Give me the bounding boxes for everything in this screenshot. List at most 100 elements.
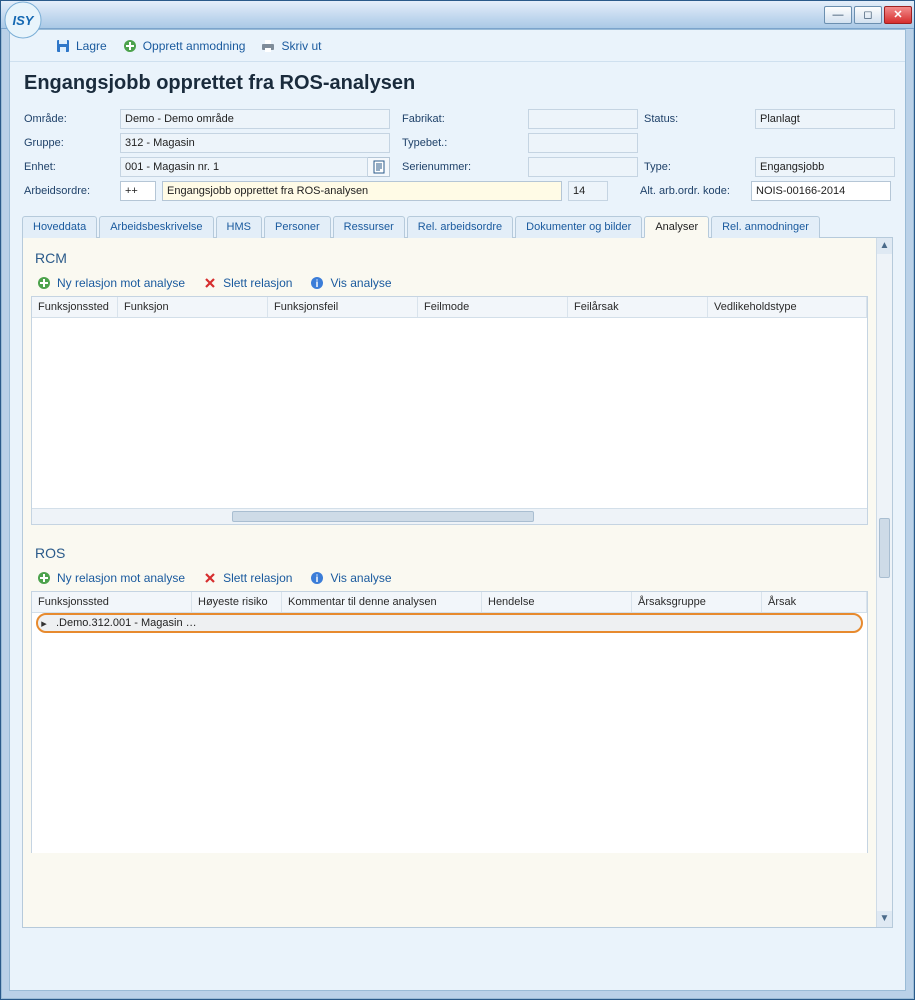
enhet-field[interactable]: 001 - Magasin nr. 1 xyxy=(120,157,368,177)
form-area: Område: Demo - Demo område Fabrikat: Sta… xyxy=(10,109,905,201)
rcm-show-analysis-button[interactable]: i Vis analyse xyxy=(310,276,391,290)
document-icon xyxy=(373,160,385,174)
close-button[interactable]: ✕ xyxy=(884,6,912,24)
plus-icon xyxy=(37,276,51,290)
ros-cell-funksjonssted: .Demo.312.001 - Magasin … xyxy=(50,617,198,629)
create-request-button[interactable]: Opprett anmodning xyxy=(123,39,246,53)
ros-col-funksjonssted[interactable]: Funksjonssted xyxy=(32,592,192,612)
ros-col-kommentar[interactable]: Kommentar til denne analysen xyxy=(282,592,482,612)
ros-show-analysis-label: Vis analyse xyxy=(330,571,391,585)
titlebar[interactable]: ISY — ◻ ✕ xyxy=(1,1,914,29)
print-button[interactable]: Skriv ut xyxy=(261,39,321,53)
rcm-col-funksjonssted[interactable]: Funksjonssted xyxy=(32,297,118,317)
svg-text:i: i xyxy=(316,279,319,290)
enhet-label: Enhet: xyxy=(24,159,114,175)
tab-rel-anmodninger[interactable]: Rel. anmodninger xyxy=(711,216,820,238)
rcm-title: RCM xyxy=(31,246,884,270)
type-field[interactable]: Engangsjobb xyxy=(755,157,895,177)
tab-hoveddata[interactable]: Hoveddata xyxy=(22,216,97,238)
arbeidsordre-code[interactable]: ++ xyxy=(120,181,156,201)
ros-table-row[interactable]: ▸ .Demo.312.001 - Magasin … xyxy=(36,613,863,633)
ros-delete-relation-button[interactable]: Slett relasjon xyxy=(203,571,292,585)
maximize-button[interactable]: ◻ xyxy=(854,6,882,24)
fabrikat-field[interactable] xyxy=(528,109,638,129)
rcm-show-analysis-label: Vis analyse xyxy=(330,276,391,290)
tabstrip: Hoveddata Arbeidsbeskrivelse HMS Persone… xyxy=(22,215,893,238)
fabrikat-label: Fabrikat: xyxy=(402,111,522,127)
tab-arbeidsbeskrivelse[interactable]: Arbeidsbeskrivelse xyxy=(99,216,213,238)
rcm-col-funksjon[interactable]: Funksjon xyxy=(118,297,268,317)
ros-show-analysis-button[interactable]: i Vis analyse xyxy=(310,571,391,585)
save-icon xyxy=(56,39,70,53)
rcm-col-feilarsak[interactable]: Feilårsak xyxy=(568,297,708,317)
tab-analyser[interactable]: Analyser xyxy=(644,216,709,238)
plus-icon xyxy=(37,571,51,585)
svg-text:ISY: ISY xyxy=(13,13,35,28)
omrade-label: Område: xyxy=(24,111,114,127)
ros-col-hendelse[interactable]: Hendelse xyxy=(482,592,632,612)
serienummer-label: Serienummer: xyxy=(402,159,522,175)
rcm-col-feilmode[interactable]: Feilmode xyxy=(418,297,568,317)
ros-col-risiko[interactable]: Høyeste risiko xyxy=(192,592,282,612)
scroll-down-icon[interactable]: ▼ xyxy=(877,911,892,927)
save-button[interactable]: Lagre xyxy=(56,39,107,53)
print-icon xyxy=(261,39,275,53)
rcm-horizontal-scrollbar[interactable] xyxy=(32,508,867,524)
client-area: Lagre Opprett anmodning Skriv ut Engangs… xyxy=(9,29,906,991)
info-icon: i xyxy=(310,571,324,585)
delete-icon xyxy=(203,571,217,585)
enhet-lookup-button[interactable] xyxy=(368,157,390,177)
rcm-col-funksjonsfeil[interactable]: Funksjonsfeil xyxy=(268,297,418,317)
scroll-thumb[interactable] xyxy=(879,518,890,578)
ros-grid[interactable]: Funksjonssted Høyeste risiko Kommentar t… xyxy=(31,591,868,853)
arbeidsordre-text[interactable]: Engangsjobb opprettet fra ROS-analysen xyxy=(162,181,562,201)
plus-icon xyxy=(123,39,137,53)
rcm-grid-body[interactable] xyxy=(32,318,867,508)
rcm-panel: RCM Ny relasjon mot analyse Slett relasj… xyxy=(31,246,884,525)
serienummer-field[interactable] xyxy=(528,157,638,177)
type-label: Type: xyxy=(644,159,749,175)
altkode-field[interactable]: NOIS-00166-2014 xyxy=(751,181,891,201)
typebet-field[interactable] xyxy=(528,133,638,153)
ros-title: ROS xyxy=(31,541,884,565)
tab-ressurser[interactable]: Ressurser xyxy=(333,216,405,238)
status-field[interactable]: Planlagt xyxy=(755,109,895,129)
print-label: Skriv ut xyxy=(281,39,321,53)
ros-col-arsak[interactable]: Årsak xyxy=(762,592,867,612)
application-window: ISY — ◻ ✕ Lagre Opprett anmodning xyxy=(0,0,915,1000)
row-expander-icon[interactable]: ▸ xyxy=(38,617,50,630)
create-request-label: Opprett anmodning xyxy=(143,39,246,53)
ros-new-relation-button[interactable]: Ny relasjon mot analyse xyxy=(37,571,185,585)
tab-personer[interactable]: Personer xyxy=(264,216,331,238)
rcm-new-relation-label: Ny relasjon mot analyse xyxy=(57,276,185,290)
minimize-button[interactable]: — xyxy=(824,6,852,24)
rcm-delete-relation-label: Slett relasjon xyxy=(223,276,292,290)
tab-hms[interactable]: HMS xyxy=(216,216,262,238)
scroll-up-icon[interactable]: ▲ xyxy=(877,238,892,254)
ros-panel: ROS Ny relasjon mot analyse Slett relasj… xyxy=(31,541,884,853)
app-logo-icon: ISY xyxy=(3,0,43,40)
rcm-grid[interactable]: Funksjonssted Funksjon Funksjonsfeil Fei… xyxy=(31,296,868,525)
arbeidsordre-num[interactable]: 14 xyxy=(568,181,608,201)
delete-icon xyxy=(203,276,217,290)
vertical-scrollbar[interactable]: ▲ ▼ xyxy=(876,238,892,927)
altkode-label: Alt. arb.ordr. kode: xyxy=(640,183,745,199)
ros-delete-relation-label: Slett relasjon xyxy=(223,571,292,585)
tab-rel-arbeidsordre[interactable]: Rel. arbeidsordre xyxy=(407,216,513,238)
page-title: Engangsjobb opprettet fra ROS-analysen xyxy=(10,62,905,109)
save-label: Lagre xyxy=(76,39,107,53)
omrade-field[interactable]: Demo - Demo område xyxy=(120,109,390,129)
tab-dokumenter[interactable]: Dokumenter og bilder xyxy=(515,216,642,238)
tab-body-analyser: ▲ ▼ RCM Ny relasjon mot analyse Slett re… xyxy=(22,238,893,928)
gruppe-label: Gruppe: xyxy=(24,135,114,151)
arbeidsordre-label: Arbeidsordre: xyxy=(24,183,114,199)
rcm-col-vedlikehold[interactable]: Vedlikeholdstype xyxy=(708,297,867,317)
app-toolbar: Lagre Opprett anmodning Skriv ut xyxy=(10,30,905,62)
gruppe-field[interactable]: 312 - Magasin xyxy=(120,133,390,153)
ros-col-arsaksgruppe[interactable]: Årsaksgruppe xyxy=(632,592,762,612)
ros-new-relation-label: Ny relasjon mot analyse xyxy=(57,571,185,585)
rcm-new-relation-button[interactable]: Ny relasjon mot analyse xyxy=(37,276,185,290)
ros-grid-body[interactable]: ▸ .Demo.312.001 - Magasin … xyxy=(32,613,867,853)
svg-text:i: i xyxy=(316,574,319,585)
rcm-delete-relation-button[interactable]: Slett relasjon xyxy=(203,276,292,290)
